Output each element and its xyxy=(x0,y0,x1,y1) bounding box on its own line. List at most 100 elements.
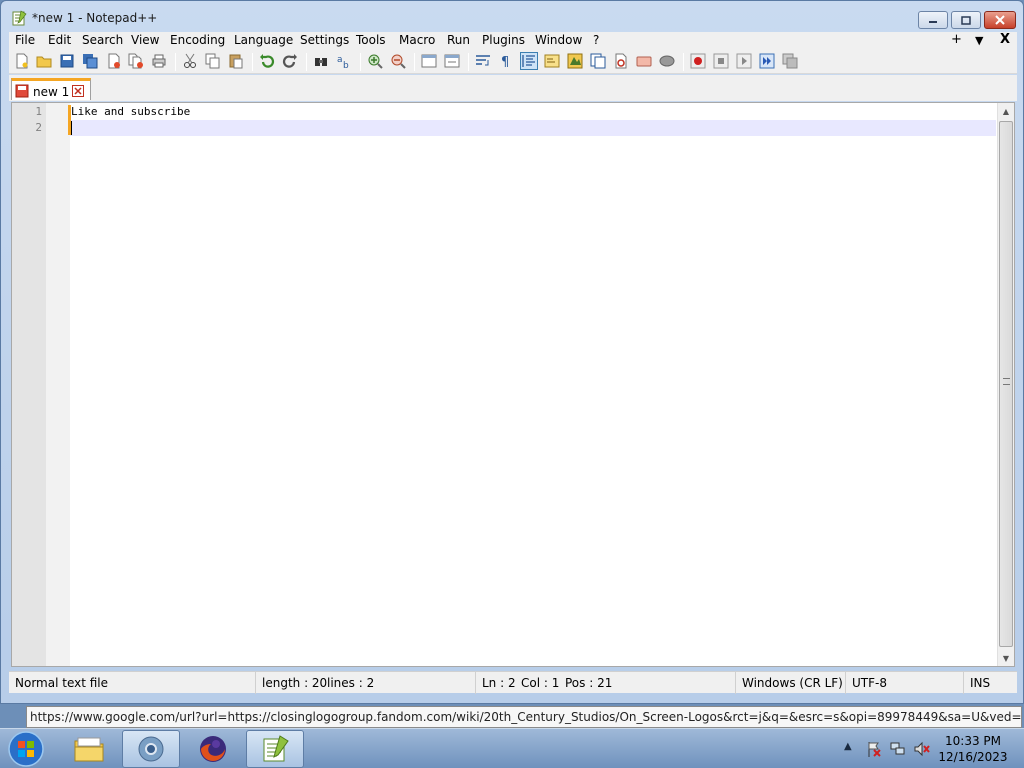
taskbar-notepadpp[interactable] xyxy=(246,730,304,768)
menu-macro[interactable]: Macro xyxy=(399,33,435,47)
record-macro-icon[interactable] xyxy=(690,53,706,69)
menu-window[interactable]: Window xyxy=(535,33,582,47)
clock-time[interactable]: 10:33 PM xyxy=(930,734,1016,748)
replace-icon[interactable]: ab xyxy=(336,53,352,69)
word-wrap-icon[interactable] xyxy=(475,53,491,69)
close-document-button[interactable]: X xyxy=(1000,32,1010,47)
play-macro-icon[interactable] xyxy=(736,53,752,69)
open-file-icon[interactable] xyxy=(36,53,52,69)
tab-strip: new 1 xyxy=(9,75,1017,101)
menu-search[interactable]: Search xyxy=(82,33,123,47)
save-all-icon[interactable] xyxy=(82,53,98,69)
run-macro-multiple-icon[interactable] xyxy=(759,53,775,69)
toolbar-separator xyxy=(414,53,415,71)
menu-edit[interactable]: Edit xyxy=(48,33,71,47)
maximize-button[interactable] xyxy=(951,11,981,29)
paste-icon[interactable] xyxy=(228,53,244,69)
scroll-down-arrow-icon[interactable]: ▼ xyxy=(998,650,1014,666)
document-map-icon[interactable] xyxy=(567,53,583,69)
menu-file[interactable]: File xyxy=(15,33,35,47)
function-list-icon[interactable] xyxy=(590,53,606,69)
toolbar: ab ¶ xyxy=(9,50,1017,74)
status-eol[interactable]: Windows (CR LF) xyxy=(735,672,845,694)
new-file-icon[interactable] xyxy=(14,53,30,69)
minimize-icon xyxy=(929,21,937,23)
sync-vertical-icon[interactable] xyxy=(421,53,437,69)
indent-guide-icon[interactable] xyxy=(520,52,538,70)
redo-icon[interactable] xyxy=(282,53,298,69)
status-ln: Ln : 2 xyxy=(475,672,519,694)
show-all-characters-icon[interactable]: ¶ xyxy=(498,53,514,69)
fold-margin[interactable] xyxy=(46,103,70,666)
editor-area[interactable]: 1 2 Like and subscribe ▲ ▼ xyxy=(11,102,1015,667)
menu-settings[interactable]: Settings xyxy=(300,33,349,47)
close-icon xyxy=(995,15,1005,25)
zoom-in-icon[interactable] xyxy=(367,53,383,69)
taskbar-firefox[interactable] xyxy=(184,730,242,768)
svg-text:b: b xyxy=(343,61,349,69)
folder-workspace-icon[interactable] xyxy=(613,53,629,69)
firefox-icon xyxy=(200,736,226,762)
text-line[interactable]: Like and subscribe xyxy=(71,105,190,118)
undo-icon[interactable] xyxy=(259,53,275,69)
status-insert-mode: INS xyxy=(963,672,1017,694)
tab-new-1[interactable]: new 1 xyxy=(11,78,91,100)
taskbar-file-explorer[interactable] xyxy=(60,730,118,768)
tab-list-dropdown-button[interactable]: ▼ xyxy=(975,34,983,47)
toolbar-separator xyxy=(468,53,469,71)
monitoring-icon[interactable] xyxy=(636,53,652,69)
menu-language[interactable]: Language xyxy=(234,33,293,47)
scrollbar-thumb[interactable] xyxy=(999,121,1013,647)
copy-icon[interactable] xyxy=(205,53,221,69)
vertical-scrollbar[interactable]: ▲ ▼ xyxy=(997,103,1014,666)
taskbar: ▲ 10:33 PM 12/16/2023 xyxy=(0,728,1024,768)
status-encoding[interactable]: UTF-8 xyxy=(845,672,963,694)
windows-start-icon[interactable] xyxy=(4,730,44,768)
close-file-icon[interactable] xyxy=(106,53,122,69)
line-number: 1 xyxy=(35,105,42,118)
save-macro-icon[interactable] xyxy=(782,53,798,69)
menu-tools[interactable]: Tools xyxy=(356,33,386,47)
status-file-type: Normal text file xyxy=(15,676,109,690)
title-bar[interactable]: *new 1 - Notepad++ xyxy=(1,1,1023,33)
zoom-out-icon[interactable] xyxy=(390,53,406,69)
close-all-icon[interactable] xyxy=(128,53,144,69)
scrollbar-grip-icon xyxy=(1003,378,1010,385)
minimize-button[interactable] xyxy=(918,11,948,29)
url-tooltip: https://www.google.com/url?url=https://c… xyxy=(26,706,1022,728)
toolbar-separator xyxy=(683,53,684,71)
network-icon[interactable] xyxy=(890,741,906,757)
menu-run[interactable]: Run xyxy=(447,33,470,47)
line-number: 2 xyxy=(35,121,42,134)
print-icon[interactable] xyxy=(151,53,167,69)
tab-label: new 1 xyxy=(33,85,70,99)
comment-icon[interactable] xyxy=(659,53,675,69)
toolbar-separator xyxy=(360,53,361,71)
stop-macro-icon[interactable] xyxy=(713,53,729,69)
save-icon[interactable] xyxy=(59,53,75,69)
toolbar-separator xyxy=(306,53,307,71)
find-icon[interactable] xyxy=(313,53,329,69)
show-hidden-icons-arrow[interactable]: ▲ xyxy=(844,741,852,752)
volume-muted-icon[interactable] xyxy=(914,741,930,757)
text-caret xyxy=(71,121,72,135)
menu-bar: File Edit Search View Encoding Language … xyxy=(9,32,1017,50)
cut-icon[interactable] xyxy=(182,53,198,69)
notepadpp-window: *new 1 - Notepad++ File Edit Search View… xyxy=(0,0,1024,704)
status-bar: Normal text file length : 20 lines : 2 L… xyxy=(9,671,1017,694)
sync-horizontal-icon[interactable] xyxy=(444,53,460,69)
unsaved-file-icon xyxy=(15,84,29,98)
menu-plugins[interactable]: Plugins xyxy=(482,33,525,47)
tab-close-icon[interactable] xyxy=(72,85,84,97)
scroll-up-arrow-icon[interactable]: ▲ xyxy=(998,103,1014,119)
clock-date[interactable]: 12/16/2023 xyxy=(930,750,1016,764)
action-center-flag-icon[interactable] xyxy=(866,741,882,757)
taskbar-chrome[interactable] xyxy=(122,730,180,768)
user-defined-language-icon[interactable] xyxy=(544,53,560,69)
menu-help[interactable]: ? xyxy=(593,33,599,47)
status-col: Col : 1 xyxy=(521,676,560,690)
new-tab-plus-button[interactable]: + xyxy=(951,32,962,47)
menu-encoding[interactable]: Encoding xyxy=(170,33,225,47)
close-button[interactable] xyxy=(984,11,1016,29)
menu-view[interactable]: View xyxy=(131,33,159,47)
